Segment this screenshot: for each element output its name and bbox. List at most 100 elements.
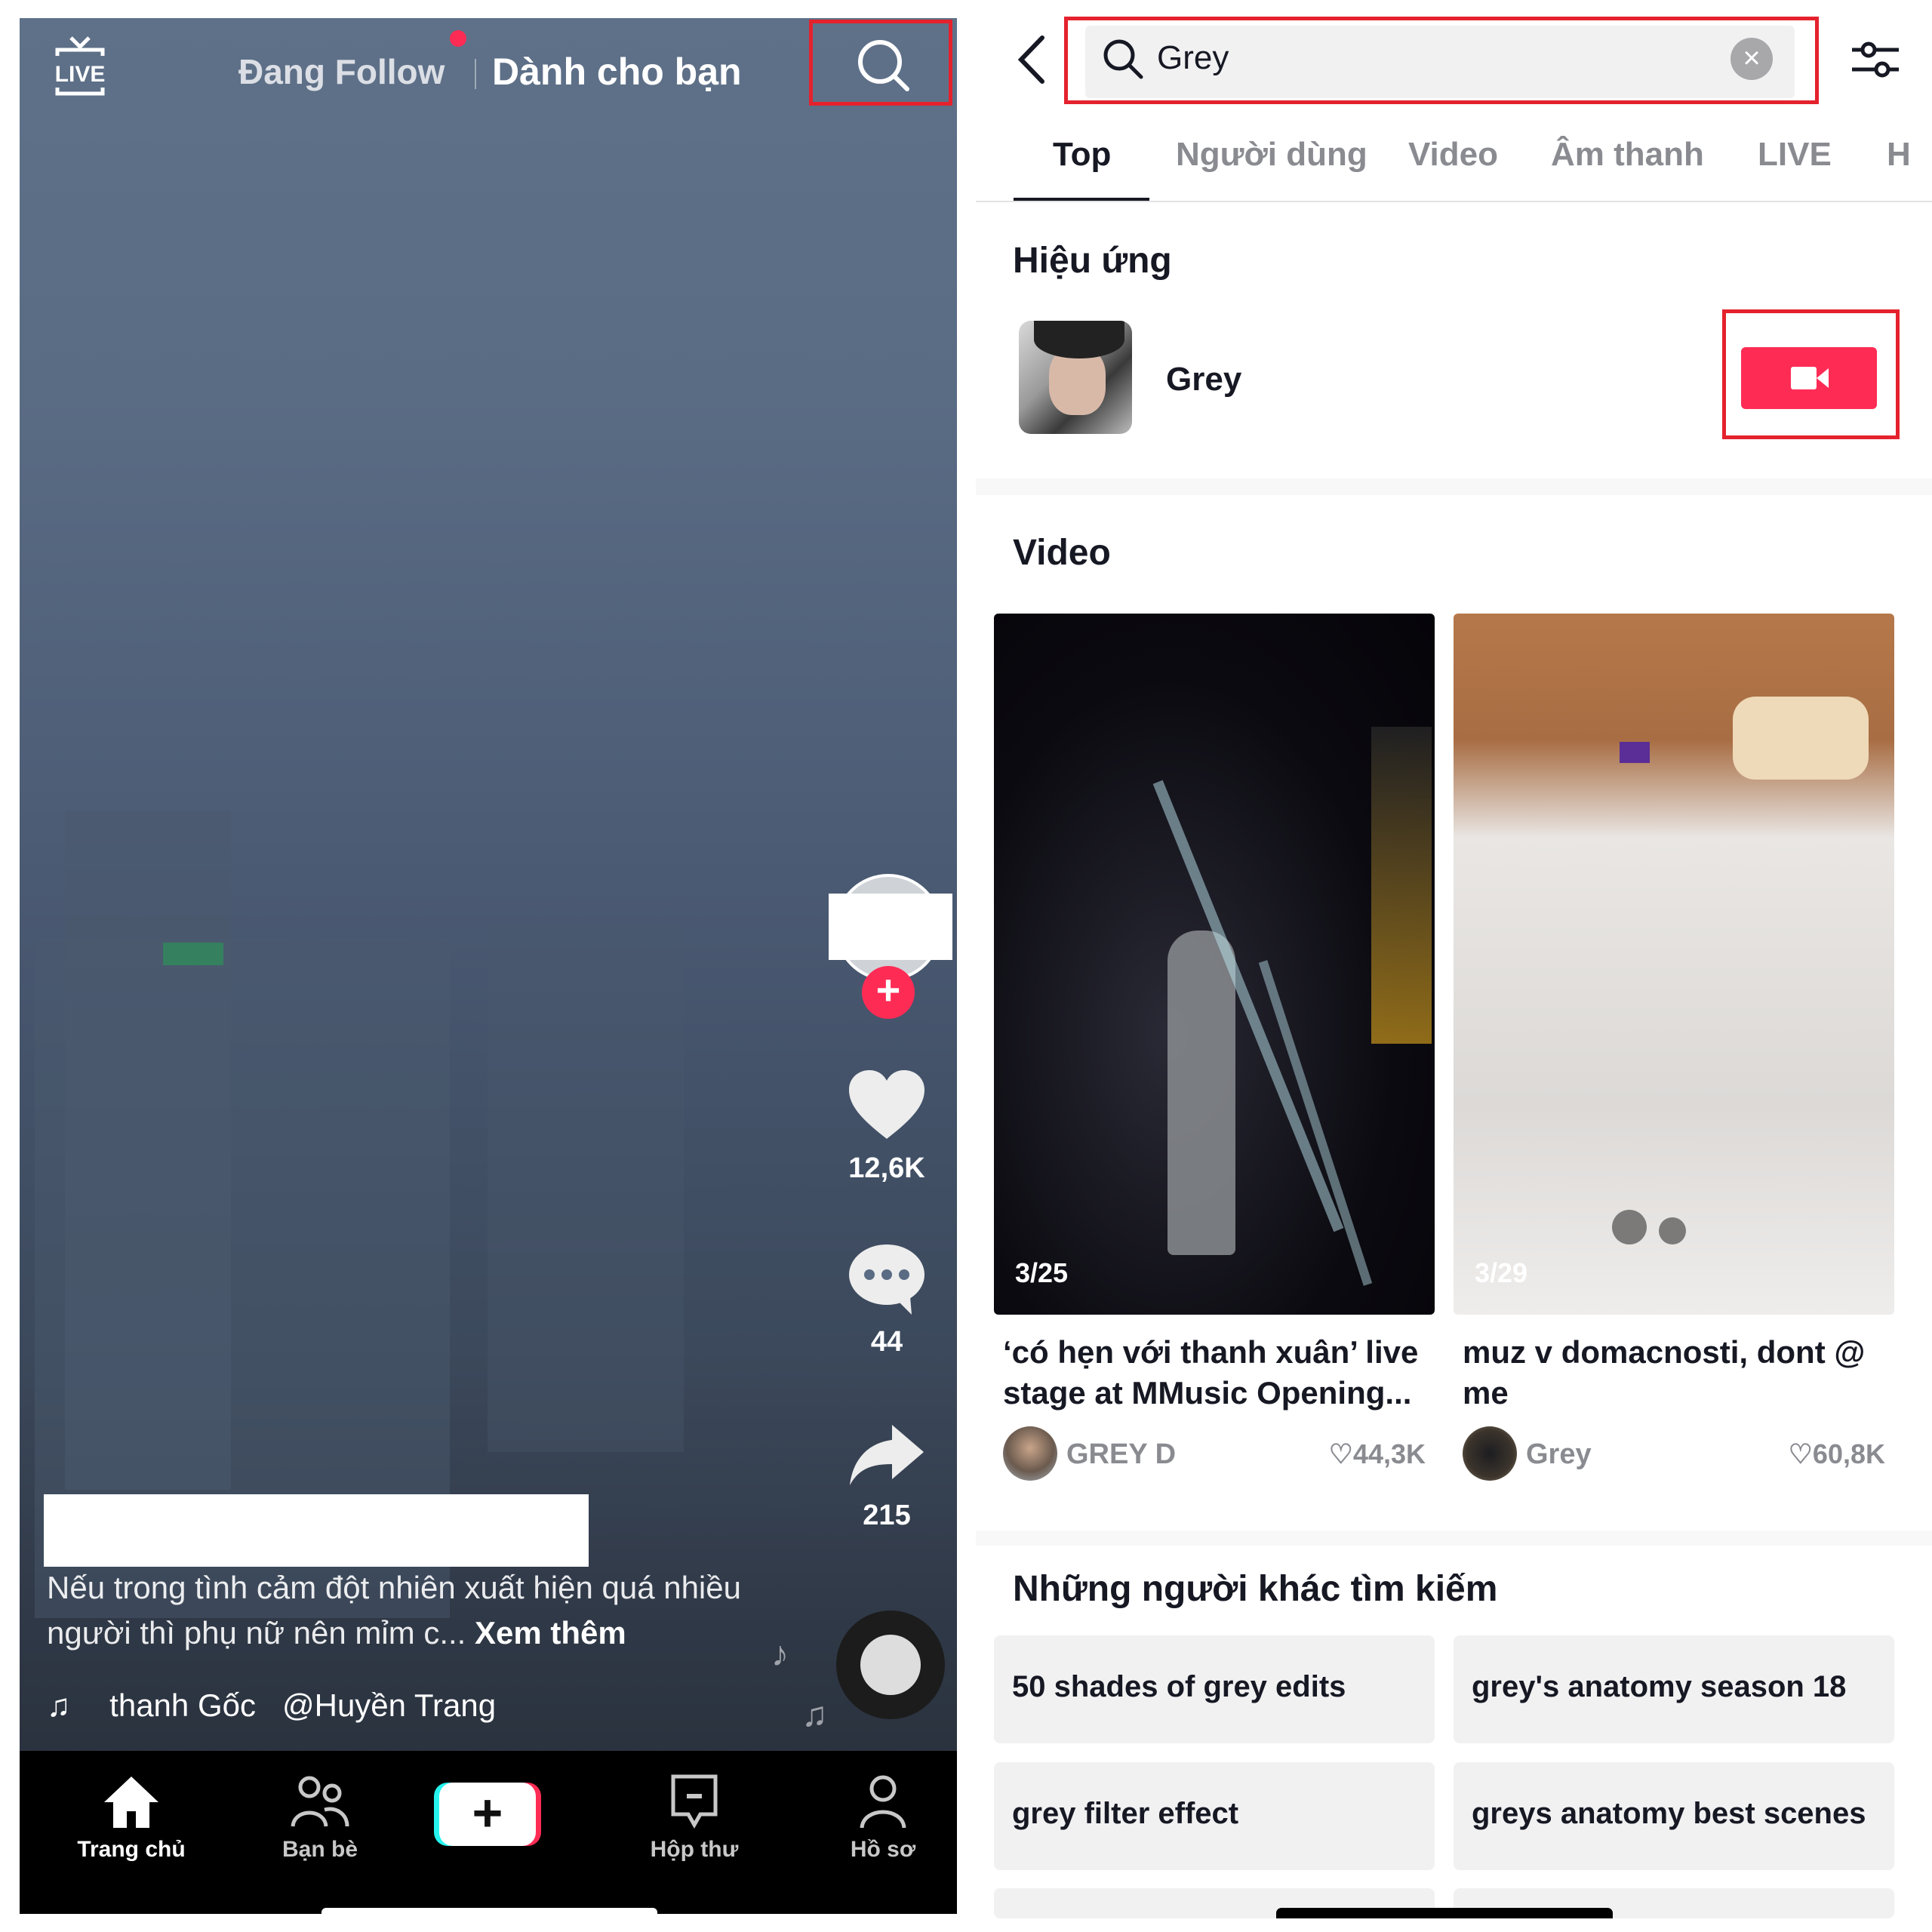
videos-heading: Video <box>1013 533 1111 573</box>
back-button[interactable] <box>1014 33 1051 86</box>
suggestion-text: grey's anatomy season 18 <box>1472 1670 1847 1703</box>
heart-icon <box>849 1070 924 1139</box>
svg-text:LIVE: LIVE <box>55 62 106 87</box>
video-author-row[interactable]: Grey ♡60,8K <box>1463 1426 1893 1481</box>
music-title: thanh Gốc @Huyền Trang <box>109 1687 497 1723</box>
hair-image <box>1034 321 1124 358</box>
share-icon <box>850 1425 924 1485</box>
video-title[interactable]: muz v domacnosti, dont @ me <box>1463 1332 1893 1414</box>
notification-dot <box>450 30 466 47</box>
heart-outline-icon: ♡ <box>1328 1438 1353 1469</box>
disc-cover <box>860 1635 921 1695</box>
like-count: ♡44,3K <box>1329 1438 1426 1470</box>
floating-note-icon: ♪ <box>771 1634 789 1673</box>
suggestion-text: grey filter effect <box>1012 1797 1239 1830</box>
music-disc[interactable] <box>836 1611 945 1719</box>
background-sign <box>163 943 223 965</box>
tab-hashtags[interactable]: H <box>1887 136 1911 174</box>
video-feed-screen: LIVE Đang Follow Dành cho bạn + 12,6K 44 <box>20 18 957 1914</box>
suggestion-chip[interactable]: 50 shades of grey edits <box>994 1635 1435 1743</box>
section-separator <box>976 1531 1932 1546</box>
effect-name[interactable]: Grey <box>1166 361 1241 398</box>
friends-icon <box>291 1776 349 1827</box>
live-tv-icon[interactable]: LIVE <box>53 35 107 103</box>
others-searched-heading: Những người khác tìm kiếm <box>1013 1569 1498 1609</box>
nav-friends[interactable]: Bạn bè <box>252 1774 388 1863</box>
comment-count: 44 <box>870 1326 903 1358</box>
bath-pillow <box>1733 697 1869 780</box>
tab-top[interactable]: Top <box>1053 136 1111 174</box>
redacted-area <box>829 894 952 960</box>
like-count: ♡60,8K <box>1789 1438 1885 1470</box>
effect-thumbnail[interactable] <box>1019 321 1132 434</box>
home-indicator <box>1276 1908 1613 1918</box>
tab-sounds[interactable]: Âm thanh <box>1551 136 1704 174</box>
divider <box>976 201 1932 202</box>
suggestion-chip[interactable]: greys anatomy best scenes <box>1454 1762 1894 1870</box>
tab-live[interactable]: LIVE <box>1758 136 1832 174</box>
nav-label: Trang chủ <box>77 1837 186 1862</box>
nav-label: Hộp thư <box>650 1837 739 1862</box>
author-name[interactable]: GREY D <box>1066 1438 1176 1471</box>
video-title[interactable]: ‘có hẹn với thanh xuân’ live stage at MM… <box>1003 1332 1433 1414</box>
follow-button[interactable]: + <box>862 966 915 1019</box>
create-button[interactable]: + <box>439 1783 536 1846</box>
tower-lights <box>1371 727 1432 1044</box>
share-count: 215 <box>863 1500 911 1531</box>
tab-divider <box>475 59 476 89</box>
tab-following[interactable]: Đang Follow <box>238 51 445 92</box>
search-results-screen: Grey × Top Người dùng Video Âm thanh LIV… <box>976 0 1932 1932</box>
like-value: 60,8K <box>1812 1438 1885 1469</box>
like-value: 44,3K <box>1352 1438 1426 1469</box>
performer-figure <box>1168 931 1235 1255</box>
nav-home[interactable]: Trang chủ <box>63 1774 199 1863</box>
suggestion-chip[interactable]: grey filter effect <box>994 1762 1435 1870</box>
like-button[interactable]: 12,6K <box>830 1067 943 1185</box>
suggestion-text: 50 shades of grey edits <box>1012 1670 1346 1703</box>
author-name[interactable]: Grey <box>1526 1438 1592 1471</box>
music-info[interactable]: ♫ thanh Gốc @Huyền Trang <box>47 1687 545 1724</box>
bottom-nav: Trang chủ Bạn bè + Hộp thư Hồ sơ <box>20 1751 957 1914</box>
record-highlight-box <box>1722 309 1900 439</box>
home-indicator <box>321 1908 657 1914</box>
video-count: 3/29 <box>1475 1257 1528 1288</box>
video-card[interactable]: 3/29 <box>1454 614 1894 1315</box>
video-caption: Nếu trong tình cảm đột nhiên xuất hiện q… <box>47 1565 786 1656</box>
tab-for-you[interactable]: Dành cho bạn <box>492 50 742 94</box>
floating-note-icon: ♫ <box>801 1694 828 1734</box>
home-icon <box>104 1777 158 1828</box>
jet-button <box>1612 1210 1647 1244</box>
inbox-icon <box>671 1774 718 1829</box>
nav-label: Hồ sơ <box>850 1837 916 1862</box>
soap <box>1620 742 1650 763</box>
author-avatar[interactable] <box>1003 1426 1057 1481</box>
nav-inbox[interactable]: Hộp thư <box>626 1774 762 1863</box>
nav-profile[interactable]: Hồ sơ <box>815 1774 951 1863</box>
see-more-link[interactable]: Xem thêm <box>475 1615 626 1651</box>
suggestion-chip[interactable]: grey's anatomy season 18 <box>1454 1635 1894 1743</box>
like-count: 12,6K <box>848 1152 925 1184</box>
music-note-icon: ♫ <box>47 1687 71 1723</box>
light-beam <box>1258 960 1373 1286</box>
section-separator <box>976 478 1932 495</box>
jet-button <box>1659 1217 1686 1244</box>
video-author-row[interactable]: GREY D ♡44,3K <box>1003 1426 1433 1481</box>
effects-heading: Hiệu ứng <box>1013 241 1172 281</box>
video-card[interactable]: 3/25 <box>994 614 1435 1315</box>
comment-button[interactable]: 44 <box>830 1241 943 1358</box>
video-count: 3/25 <box>1015 1257 1069 1288</box>
heart-outline-icon: ♡ <box>1788 1438 1813 1469</box>
author-avatar[interactable] <box>1463 1426 1517 1481</box>
filter-icon[interactable] <box>1849 36 1902 83</box>
share-button[interactable]: 215 <box>830 1422 943 1532</box>
comment-icon <box>849 1244 924 1315</box>
result-tabs: Top Người dùng Video Âm thanh LIVE H <box>976 136 1932 204</box>
chevron-left-icon <box>1017 35 1044 84</box>
nav-label: Bạn bè <box>281 1837 358 1862</box>
profile-icon <box>860 1775 906 1829</box>
background-building <box>488 924 684 1452</box>
tab-video[interactable]: Video <box>1408 136 1498 174</box>
suggestion-text: greys anatomy best scenes <box>1472 1797 1866 1830</box>
tab-users[interactable]: Người dùng <box>1176 136 1367 174</box>
caption-text: Nếu trong tình cảm đột nhiên xuất hiện q… <box>47 1570 741 1651</box>
